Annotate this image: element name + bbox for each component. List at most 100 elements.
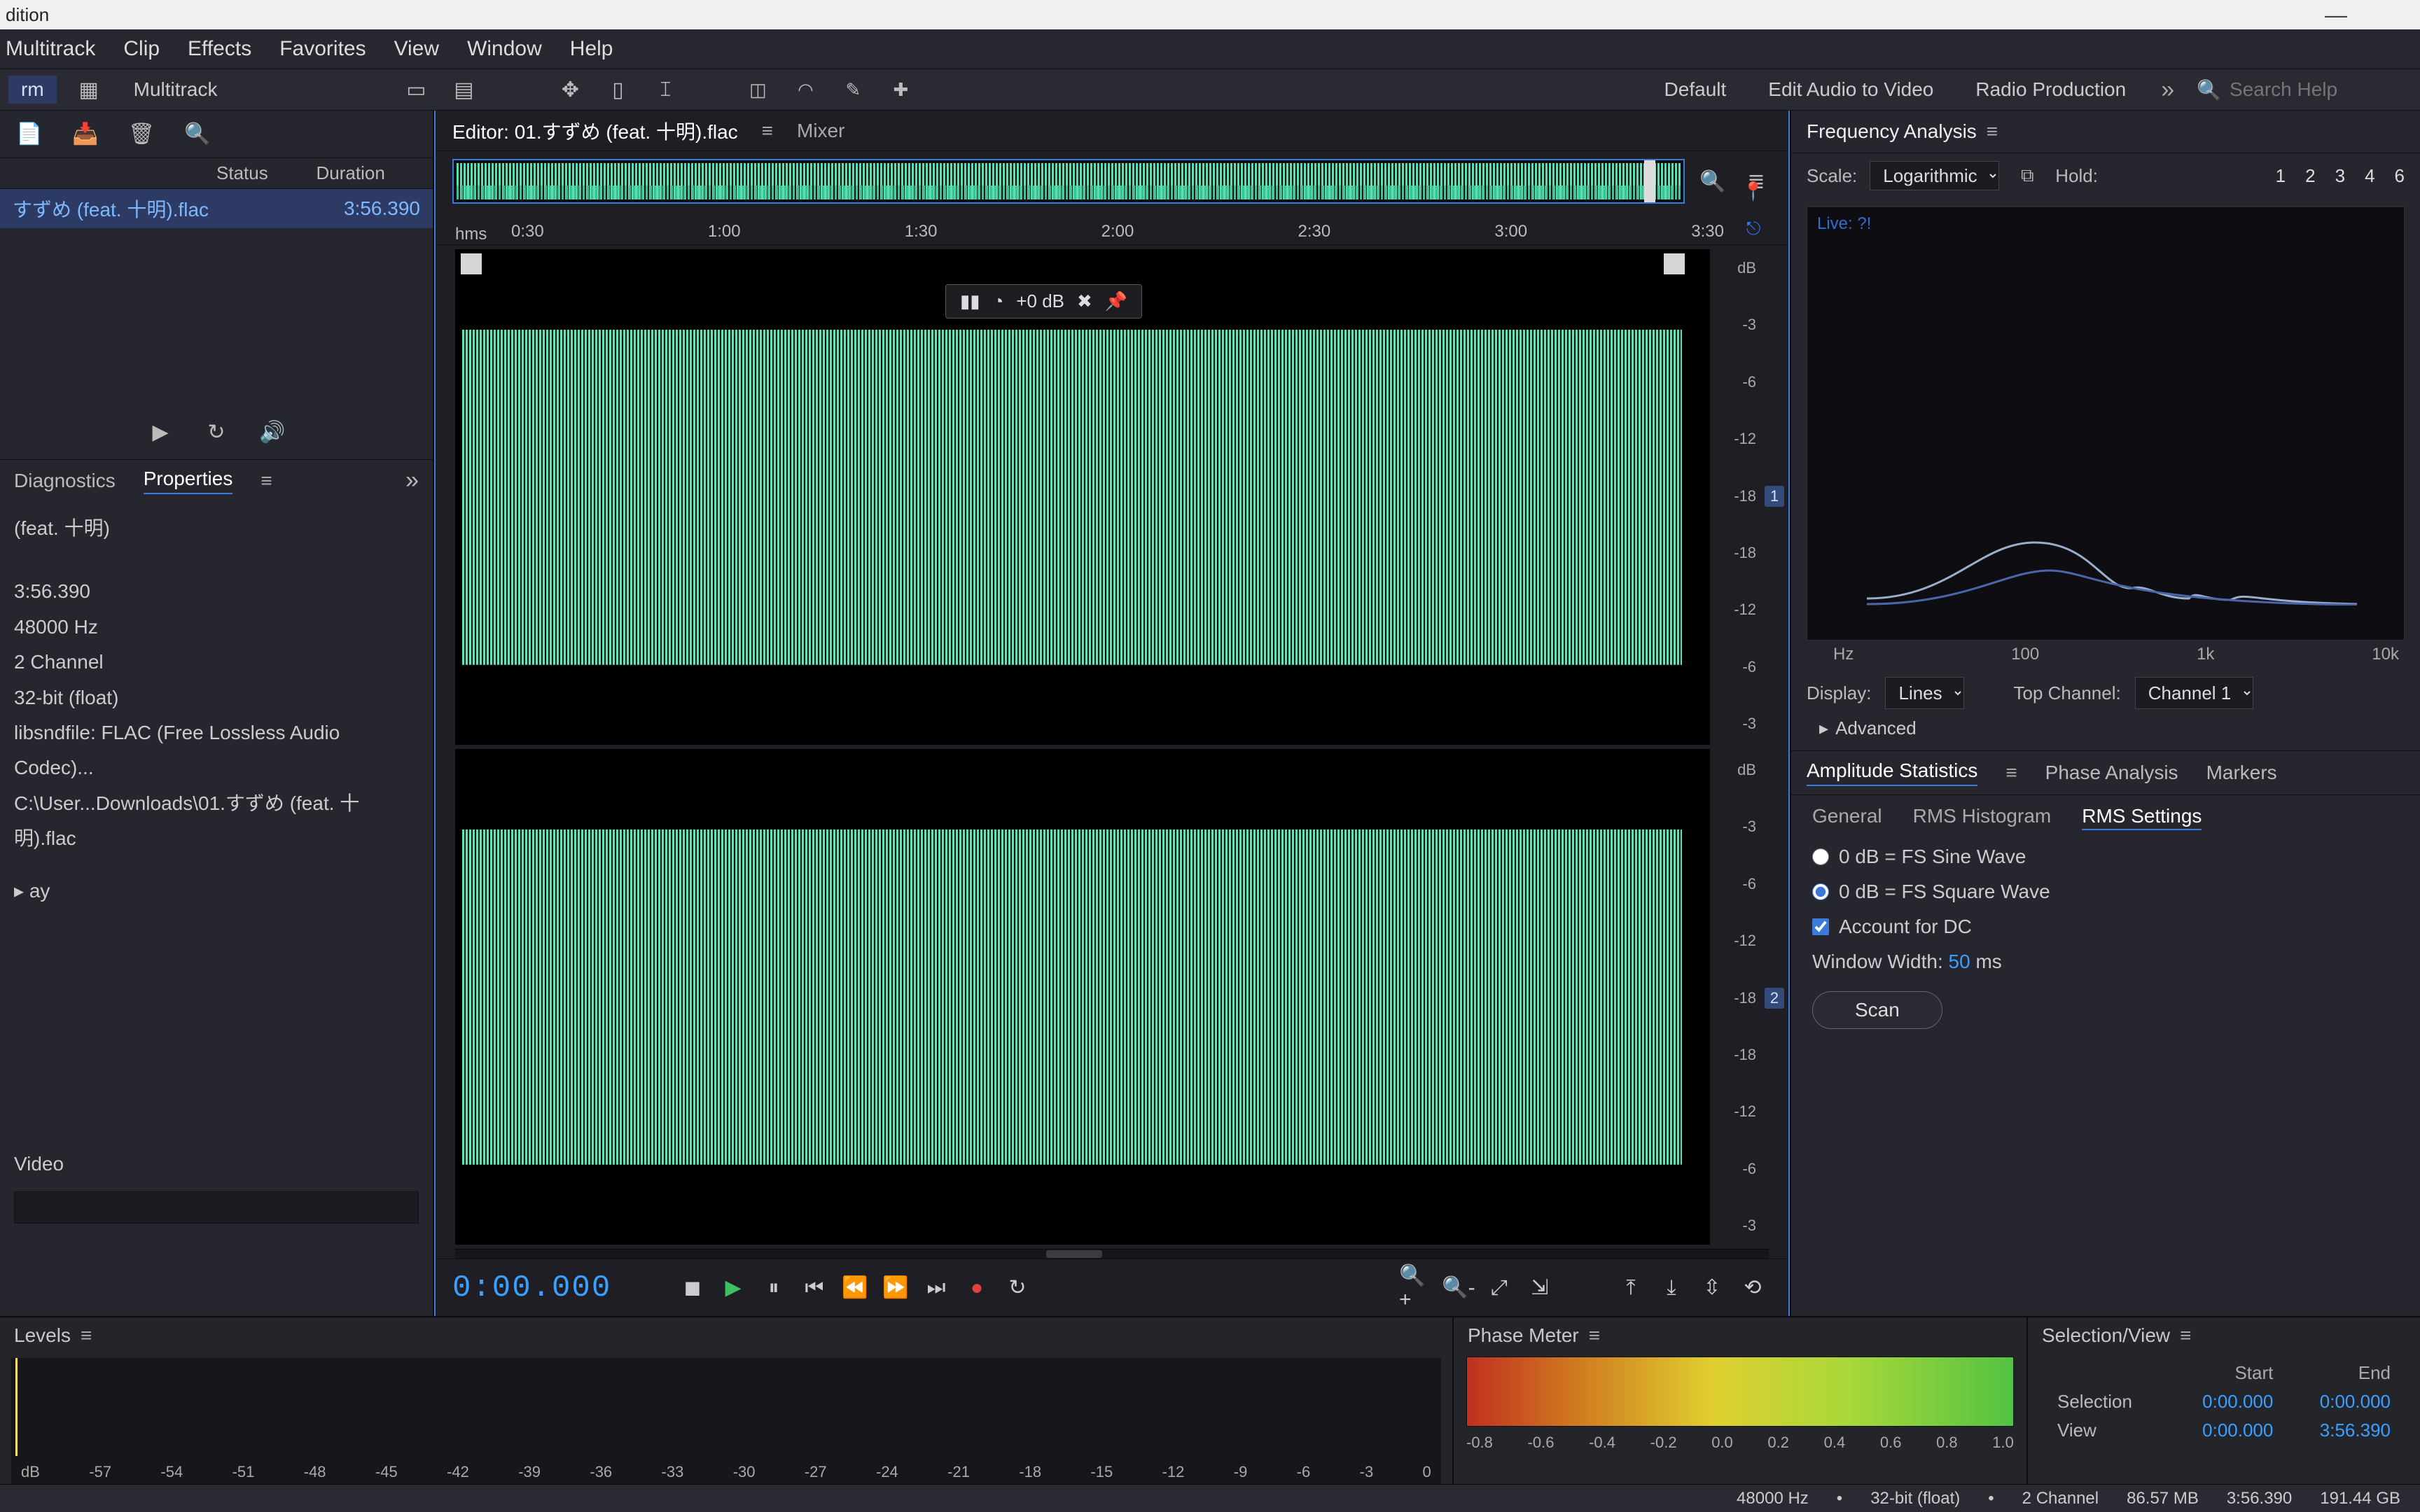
copy-graph-icon[interactable]: ⧉ <box>2012 160 2043 191</box>
top-channel-select[interactable]: Channel 1 <box>2135 677 2253 709</box>
timeline[interactable]: hms 0:30 1:00 1:30 2:00 2:30 3:00 3:30 📍… <box>436 211 1788 245</box>
frequency-plot[interactable]: Live: ?! <box>1807 206 2405 640</box>
sel-end[interactable]: 0:00.000 <box>2286 1388 2402 1415</box>
freq-panel-menu-icon[interactable]: ≡ <box>1987 120 1998 143</box>
radio-square[interactable]: 0 dB = FS Square Wave <box>1812 881 2399 903</box>
menu-favorites[interactable]: Favorites <box>279 37 366 61</box>
view-end[interactable]: 3:56.390 <box>2286 1417 2402 1444</box>
fade-out-handle[interactable] <box>1664 253 1685 274</box>
waveform-channel-2[interactable] <box>455 749 1710 1245</box>
menu-effects[interactable]: Effects <box>188 37 251 61</box>
panel-expand-icon[interactable]: » <box>405 467 419 494</box>
window-width-value[interactable]: 50 <box>1949 951 1970 972</box>
files-delete-icon[interactable]: 🗑 <box>126 119 157 150</box>
channel-badge-2[interactable]: 2 <box>1765 988 1784 1009</box>
subtab-general[interactable]: General <box>1812 805 1882 830</box>
scan-button[interactable]: Scan <box>1812 991 1942 1029</box>
pause-button[interactable]: ⏸ <box>755 1269 793 1307</box>
workspace-default[interactable]: Default <box>1652 76 1739 104</box>
tab-diagnostics[interactable]: Diagnostics <box>14 470 116 492</box>
overview-waveform[interactable] <box>452 159 1685 204</box>
go-end-button[interactable]: ⏭ <box>917 1269 955 1307</box>
channel-badge-1[interactable]: 1 <box>1765 486 1784 507</box>
hold-1[interactable]: 1 <box>2276 165 2286 187</box>
hud-toggle-icon[interactable]: ▭ <box>401 74 431 105</box>
play-button[interactable]: ▶ <box>714 1269 752 1307</box>
razor-tool-icon[interactable]: ▯ <box>602 74 633 105</box>
files-open-icon[interactable]: 📄 <box>14 119 45 150</box>
prop-disclosure[interactable]: ▸ ay <box>14 874 419 909</box>
hud-pin-icon[interactable]: ✖ <box>1077 290 1092 312</box>
workspace-radio-production[interactable]: Radio Production <box>1963 76 2139 104</box>
spectral-toggle-icon[interactable]: ▤ <box>448 74 479 105</box>
levels-title[interactable]: Levels <box>14 1324 71 1347</box>
menu-multitrack[interactable]: Multitrack <box>6 37 95 61</box>
phase-menu-icon[interactable]: ≡ <box>1589 1324 1600 1347</box>
phase-title[interactable]: Phase Meter <box>1468 1324 1579 1347</box>
checkbox-account-dc[interactable]: Account for DC <box>1812 916 2399 938</box>
hold-3[interactable]: 3 <box>2335 165 2345 187</box>
go-start-button[interactable]: ⏮ <box>795 1269 833 1307</box>
tab-phase-analysis[interactable]: Phase Analysis <box>2045 762 2178 784</box>
tab-properties[interactable]: Properties <box>144 468 233 494</box>
zoom-sel-icon[interactable]: ⇲ <box>1521 1269 1559 1307</box>
levels-menu-icon[interactable]: ≡ <box>81 1324 92 1347</box>
zoom-out-amp-icon[interactable]: ⤓ <box>1653 1269 1690 1307</box>
overview-handle[interactable] <box>1644 160 1655 202</box>
menu-view[interactable]: View <box>394 37 439 61</box>
move-tool-icon[interactable]: ✥ <box>555 74 585 105</box>
files-loop-icon[interactable]: ↻ <box>201 416 232 447</box>
radio-sine[interactable]: 0 dB = FS Sine Wave <box>1812 846 2399 868</box>
waveform-channel-1[interactable]: ▮▮ ◔ +0 dB ✖ 📌 <box>455 249 1710 745</box>
files-search-icon[interactable]: 🔍 <box>182 119 213 150</box>
pin2-icon[interactable]: ⎋ <box>1738 214 1769 244</box>
zoom-reset-amp-icon[interactable]: ⇳ <box>1693 1269 1731 1307</box>
zoom-in-amp-icon[interactable]: ⤒ <box>1612 1269 1650 1307</box>
minimize-button[interactable]: — <box>2308 2 2364 28</box>
horizontal-scrollbar[interactable] <box>455 1249 1769 1259</box>
fade-in-handle[interactable] <box>461 253 482 274</box>
zoom-full-icon[interactable]: ⤢ <box>1480 1269 1518 1307</box>
stop-button[interactable]: ◼ <box>674 1269 711 1307</box>
tab-mixer[interactable]: Mixer <box>797 120 844 142</box>
workspace-edit-audio-to-video[interactable]: Edit Audio to Video <box>1755 76 1946 104</box>
marquee-tool-icon[interactable]: ◫ <box>742 74 773 105</box>
selview-menu-icon[interactable]: ≡ <box>2180 1324 2191 1347</box>
freq-analysis-title[interactable]: Frequency Analysis <box>1807 120 1977 143</box>
files-play-icon[interactable]: ▶ <box>145 416 176 447</box>
timecode[interactable]: 0:00.000 <box>452 1270 634 1306</box>
brush-tool-icon[interactable]: ✎ <box>837 74 868 105</box>
workspace-overflow-icon[interactable]: » <box>2155 76 2180 104</box>
levels-meter[interactable]: dB -57 -54 -51 -48 -45 -42 -39 -36 -33 -… <box>11 1358 1441 1484</box>
hold-2[interactable]: 2 <box>2305 165 2315 187</box>
multitrack-icon[interactable]: ▦ <box>74 74 104 105</box>
search-help-input[interactable] <box>2230 78 2412 101</box>
heal-tool-icon[interactable]: ✚ <box>885 74 916 105</box>
files-autoplay-icon[interactable]: 🔊 <box>257 416 288 447</box>
pin-icon[interactable]: 📍 <box>1738 176 1769 206</box>
panel-menu-icon[interactable]: ≡ <box>260 470 272 492</box>
hold-6[interactable]: 6 <box>2395 165 2405 187</box>
hud-thumbtack-icon[interactable]: 📌 <box>1105 290 1127 312</box>
forward-button[interactable]: ⏩ <box>877 1269 915 1307</box>
scale-select[interactable]: Logarithmic <box>1870 161 1999 190</box>
mode-multitrack[interactable]: Multitrack <box>121 76 230 104</box>
tab-editor[interactable]: Editor: 01.すずめ (feat. 十明).flac <box>452 117 738 145</box>
menu-help[interactable]: Help <box>570 37 613 61</box>
video-panel-label[interactable]: Video <box>14 1147 419 1182</box>
subtab-rms-histogram[interactable]: RMS Histogram <box>1913 805 2052 830</box>
files-import-icon[interactable]: 📥 <box>70 119 101 150</box>
advanced-disclosure[interactable]: ▸ Advanced <box>1791 712 2420 750</box>
time-select-icon[interactable]: 𝙸 <box>650 74 681 105</box>
hold-4[interactable]: 4 <box>2365 165 2374 187</box>
editor-tab-menu-icon[interactable]: ≡ <box>762 120 773 142</box>
files-col-status[interactable]: Status <box>216 162 317 184</box>
tab-amplitude-statistics[interactable]: Amplitude Statistics <box>1807 760 1977 786</box>
file-row[interactable]: すずめ (feat. 十明).flac 3:56.390 <box>0 189 433 228</box>
rewind-button[interactable]: ⏪ <box>836 1269 874 1307</box>
selview-title[interactable]: Selection/View <box>2042 1324 2170 1347</box>
video-dropzone[interactable] <box>14 1191 419 1224</box>
tab-markers[interactable]: Markers <box>2206 762 2277 784</box>
display-select[interactable]: Lines <box>1885 677 1964 709</box>
refresh-icon[interactable]: ⟲ <box>1734 1269 1772 1307</box>
